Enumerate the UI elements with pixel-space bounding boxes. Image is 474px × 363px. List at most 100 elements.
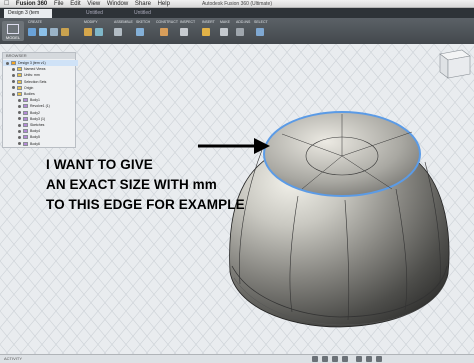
browser-item[interactable]: Origin [3, 85, 84, 91]
browser-item-label: Revolve1 (1) [30, 104, 50, 109]
browser-item-label: Body3 (1) [30, 116, 46, 121]
browser-item[interactable]: Body5 [3, 134, 90, 140]
browser-item[interactable]: Body3 (1) [3, 116, 90, 122]
tab-untitled-1[interactable]: Untitled [82, 9, 122, 18]
joint-icon[interactable] [114, 28, 122, 36]
add-ins-icon[interactable] [236, 28, 244, 36]
browser-item-label: Bodies [24, 92, 35, 96]
browser-item[interactable]: Design 3 (tem v1) [3, 60, 78, 66]
menu-bar:  Fusion 360 File Edit View Window Share… [0, 0, 474, 8]
expand-toggle-icon[interactable] [12, 67, 15, 71]
annotation-line-1: I WANT TO GIVE [46, 157, 153, 172]
workspace-switcher[interactable]: MODEL [2, 21, 24, 41]
box-icon[interactable] [61, 28, 69, 36]
browser-item-label: Units: mm [24, 73, 40, 78]
browser-item[interactable]: Revolve1 (1) [3, 103, 90, 109]
fillet-icon[interactable] [84, 28, 92, 36]
expand-toggle-icon[interactable] [12, 92, 15, 96]
browser-item-label: Selection Sets [24, 79, 47, 84]
browser-panel[interactable]: BROWSER Design 3 (tem v1) Named Views Unit… [2, 52, 78, 148]
group-label: ADD-INS [236, 20, 251, 24]
extrude-icon[interactable] [39, 28, 47, 36]
grid-settings-icon[interactable] [366, 356, 372, 362]
group-label: MAKE [220, 20, 230, 24]
press-pull-icon[interactable] [95, 28, 103, 36]
sketch-icon[interactable] [28, 28, 36, 36]
group-label: CREATE [28, 20, 42, 24]
expand-toggle-icon[interactable] [12, 86, 15, 90]
body-icon [23, 98, 28, 103]
group-label: CONSTRUCT [156, 20, 178, 24]
toolbar-group-create[interactable]: CREATE [28, 20, 78, 42]
toolbar-group-inspect[interactable]: INSPECT [180, 20, 202, 42]
browser-item-label: Origin [24, 85, 34, 90]
toolbar-group-insert[interactable]: INSERT [202, 20, 220, 42]
plane-icon[interactable] [160, 28, 168, 36]
insert-icon[interactable] [202, 28, 210, 36]
toolbar-group-add-ins[interactable]: ADD-INS [236, 20, 252, 42]
document-tab-bar: Design 3 (tem v1)× Untitled Untitled [0, 8, 474, 25]
viewports-icon[interactable] [376, 356, 382, 362]
tab-untitled-2[interactable]: Untitled [130, 9, 170, 18]
browser-item[interactable]: Bodies [3, 91, 84, 97]
toolbar-group-modify[interactable]: MODIFY [84, 20, 108, 42]
toolbar-group-make[interactable]: MAKE [220, 20, 236, 42]
expand-toggle-icon[interactable] [12, 73, 15, 77]
expand-toggle-icon[interactable] [18, 98, 21, 102]
browser-item-label: Body5 [30, 135, 40, 140]
browser-item-label: Body1 [30, 98, 40, 103]
folder-icon [17, 73, 22, 78]
window-title: Autodesk Fusion 360 (Ultimate) [201, 1, 273, 7]
body-icon [23, 129, 28, 134]
browser-item[interactable]: Named Views [3, 66, 84, 72]
browser-item[interactable]: Body4 [3, 128, 90, 134]
toolbar-group-sketch[interactable]: SKETCH [136, 20, 156, 42]
toolbar: MODEL CREATE MODIFY ASSEMBLE SKETCH CONS… [0, 18, 474, 45]
toolbar-group-select[interactable]: SELECT [254, 20, 274, 42]
expand-toggle-icon[interactable] [18, 117, 21, 121]
expand-toggle-icon[interactable] [6, 61, 9, 65]
expand-toggle-icon[interactable] [12, 80, 15, 84]
body-icon [23, 104, 28, 109]
body-icon [23, 135, 28, 140]
tab-label: Untitled [134, 10, 151, 16]
browser-item-label: Sketches [30, 123, 45, 127]
annotation-line-2: AN EXACT SIZE WITH mm [46, 177, 217, 192]
expand-toggle-icon[interactable] [18, 123, 21, 127]
pan-icon[interactable] [322, 356, 328, 362]
group-label: ASSEMBLE [114, 20, 133, 24]
measure-icon[interactable] [180, 28, 188, 36]
zoom-icon[interactable] [332, 356, 338, 362]
display-settings-icon[interactable] [356, 356, 362, 362]
group-label: INSPECT [180, 20, 196, 24]
browser-item-label: Design 3 (tem v1) [18, 61, 46, 65]
select-icon[interactable] [256, 28, 264, 36]
body-icon [23, 141, 28, 146]
tab-design-3[interactable]: Design 3 (tem v1)× [4, 9, 52, 25]
make-icon[interactable] [220, 28, 228, 36]
browser-item[interactable]: Sketches [3, 122, 90, 128]
tab-label: Untitled [86, 10, 103, 16]
browser-item[interactable]: Body6 [3, 141, 90, 147]
orbit-icon[interactable] [312, 356, 318, 362]
revolve-icon[interactable] [50, 28, 58, 36]
fit-icon[interactable] [342, 356, 348, 362]
expand-toggle-icon[interactable] [18, 135, 21, 139]
expand-toggle-icon[interactable] [18, 142, 21, 146]
folder-icon [17, 79, 22, 84]
browser-item[interactable]: Body2 [3, 110, 90, 116]
group-label: INSERT [202, 20, 215, 24]
expand-toggle-icon[interactable] [18, 111, 21, 115]
browser-item-label: Body2 [30, 110, 40, 115]
model-workspace-icon [7, 24, 19, 34]
expand-toggle-icon[interactable] [18, 129, 21, 133]
browser-item[interactable]: Units: mm [3, 72, 84, 78]
toolbar-group-assemble[interactable]: ASSEMBLE [114, 20, 138, 42]
browser-item[interactable]: Selection Sets [3, 79, 84, 85]
group-label: SELECT [254, 20, 268, 24]
browser-item[interactable]: Body1 [3, 97, 90, 103]
expand-toggle-icon[interactable] [18, 104, 21, 108]
toolbar-group-construct[interactable]: CONSTRUCT [156, 20, 178, 42]
folder-icon [17, 92, 22, 97]
sketch-tool-icon[interactable] [136, 28, 144, 36]
